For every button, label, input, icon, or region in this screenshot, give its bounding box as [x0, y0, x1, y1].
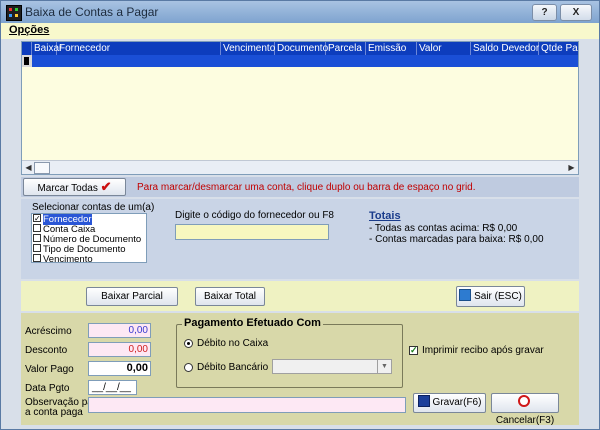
grid-header-indicator — [22, 42, 32, 55]
close-button[interactable]: X — [560, 4, 592, 21]
list-item[interactable]: Vencimento — [33, 254, 145, 265]
imprimir-checkbox[interactable]: ✓ — [409, 346, 418, 355]
col-emissao[interactable]: Emissão — [366, 42, 417, 55]
data-pgto-input[interactable]: __/__/__ — [88, 380, 137, 395]
checkbox-icon[interactable] — [33, 234, 41, 243]
totais-todas: - Todas as contas acima: R$ 0,00 — [369, 223, 518, 234]
scroll-thumb[interactable] — [34, 162, 50, 174]
baixar-total-button[interactable]: Baixar Total — [195, 287, 265, 306]
checkbox-icon[interactable] — [33, 244, 41, 253]
table-row[interactable] — [22, 55, 578, 67]
gravar-label: Gravar(F6) — [432, 397, 482, 408]
marcar-todas-label: Marcar Todas — [37, 183, 98, 194]
col-fornecedor[interactable]: Fornecedor — [57, 42, 221, 55]
menu-opcoes[interactable]: Opções — [9, 24, 49, 36]
sair-label: Sair (ESC) — [474, 291, 522, 302]
col-vencimento[interactable]: Vencimento — [221, 42, 275, 55]
window-title: Baixa de Contas a Pagar — [25, 5, 159, 19]
debito-caixa-label: Débito no Caixa — [197, 338, 269, 349]
supplier-code-input[interactable] — [175, 224, 329, 240]
observacao-input[interactable] — [88, 397, 406, 413]
chevron-down-icon[interactable]: ▼ — [377, 360, 391, 373]
app-icon — [6, 5, 22, 21]
data-pgto-label: Data Pgto — [25, 383, 70, 394]
totais-title: Totais — [369, 210, 401, 222]
col-documento[interactable]: Documento — [275, 42, 328, 55]
code-label: Digite o código do fornecedor ou F8 — [175, 210, 334, 221]
desconto-input[interactable]: 0,00 — [88, 342, 151, 357]
baixar-parcial-button[interactable]: Baixar Parcial — [86, 287, 178, 306]
col-valor[interactable]: Valor — [417, 42, 471, 55]
selection-listbox[interactable]: ✓ Fornecedor Conta Caixa Número de Docume… — [31, 213, 147, 265]
help-button[interactable]: ? — [532, 4, 557, 21]
marcar-strip: Marcar Todas ✔ Para marcar/desmarcar uma… — [21, 177, 579, 197]
action-strip: Baixar Parcial Baixar Total Sair (ESC) — [21, 281, 579, 311]
imprimir-label: Imprimir recibo após gravar — [422, 345, 544, 356]
col-saldo-devedor[interactable]: Saldo Devedor — [471, 42, 539, 55]
bank-account-select[interactable]: ▼ — [272, 359, 392, 374]
selection-panel: Selecionar contas de um(a) ✓ Fornecedor C… — [21, 199, 579, 279]
grid-header: Baixar Fornecedor Vencimento Documento P… — [22, 42, 578, 55]
cancelar-button[interactable]: Cancelar(F3) — [491, 393, 559, 426]
menu-bar: Opções — [1, 23, 599, 39]
acrescimo-input[interactable]: 0,00 — [88, 323, 151, 338]
checkmark-icon: ✔ — [100, 179, 112, 194]
checkbox-icon[interactable] — [33, 224, 41, 233]
col-qtde-parc[interactable]: Qtde Parc. — [539, 42, 578, 55]
col-baixar[interactable]: Baixar — [32, 42, 62, 55]
cancel-icon — [517, 395, 530, 408]
col-parcela[interactable]: Parcela — [326, 42, 366, 55]
debito-caixa-radio[interactable] — [184, 339, 193, 348]
marcar-hint: Para marcar/desmarcar uma conta, clique … — [137, 182, 476, 193]
scroll-right-icon[interactable]: ▶ — [566, 162, 577, 173]
debito-bancario-radio[interactable] — [184, 363, 193, 372]
gravar-button[interactable]: Gravar(F6) — [413, 393, 486, 413]
selecionar-label: Selecionar contas de um(a) — [32, 202, 155, 213]
exit-icon — [459, 289, 472, 302]
horizontal-scrollbar[interactable]: ◀ ▶ — [22, 160, 578, 174]
main-window: Baixa de Contas a Pagar ? X Opções Baixa… — [0, 0, 600, 430]
cancelar-label: Cancelar(F3) — [495, 415, 555, 426]
pagamento-group: Pagamento Efetuado Com Débito no Caixa D… — [176, 317, 403, 388]
debito-bancario-label: Débito Bancário — [197, 362, 269, 373]
valor-pago-label: Valor Pago — [25, 364, 74, 375]
desconto-label: Desconto — [25, 345, 68, 356]
title-bar: Baixa de Contas a Pagar ? X — [1, 1, 599, 23]
totais-marcadas: - Contas marcadas para baixa: R$ 0,00 — [369, 234, 544, 245]
marcar-todas-button[interactable]: Marcar Todas ✔ — [23, 178, 126, 196]
acrescimo-label: Acréscimo — [25, 326, 72, 337]
pagamento-title: Pagamento Efetuado Com — [182, 317, 323, 329]
checkbox-icon[interactable] — [33, 254, 41, 263]
scroll-left-icon[interactable]: ◀ — [23, 162, 34, 173]
valor-pago-input[interactable]: 0,00 — [88, 361, 151, 376]
payment-panel: Acréscimo 0,00 Desconto 0,00 Valor Pago … — [21, 313, 579, 426]
save-icon — [417, 395, 430, 408]
observacao-label-2: a conta paga — [25, 407, 83, 418]
sair-button[interactable]: Sair (ESC) — [456, 286, 525, 307]
accounts-grid[interactable]: Baixar Fornecedor Vencimento Documento P… — [21, 41, 579, 175]
row-indicator — [22, 55, 32, 67]
checkbox-icon[interactable]: ✓ — [33, 214, 41, 223]
